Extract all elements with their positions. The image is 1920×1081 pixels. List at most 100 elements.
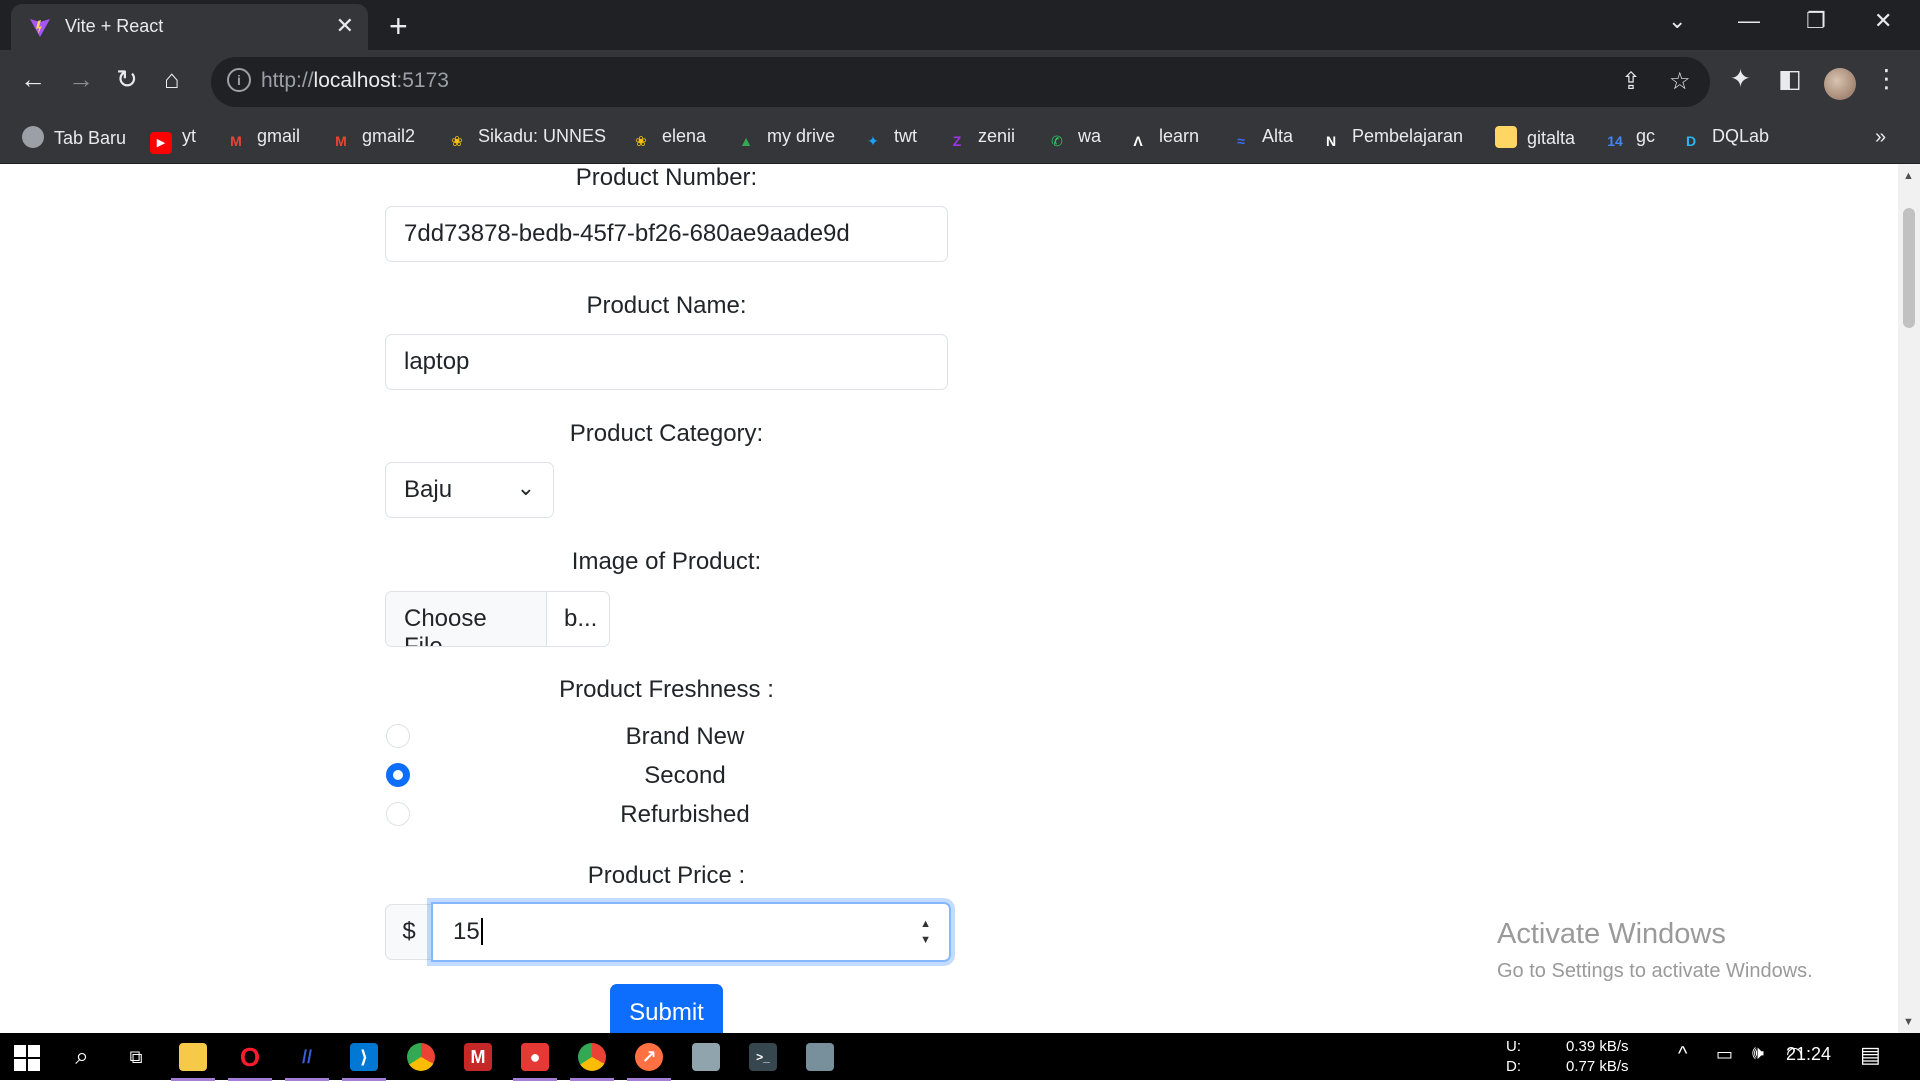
terminal-icon[interactable]: >_	[749, 1043, 777, 1071]
notification-icon[interactable]: ▤	[1860, 1042, 1881, 1068]
bookmarks-bar: » Tab Baru ▶ yt Mgmail Mgmail2 ❀ Sikadu: UNNES…	[0, 114, 1920, 164]
bookmark-label: zenii	[978, 126, 1016, 146]
price-value: 15	[453, 918, 480, 945]
product-number-input[interactable]: 7dd73878-bedb-45f7-bf26-680ae9aade9d	[385, 206, 948, 262]
drive-icon: ▲	[739, 133, 753, 149]
browser-toolbar: ← → ↻ ⌂ i http://localhost:5173 ⇪ ☆ ✦ ◧ …	[0, 50, 1920, 114]
folder-icon	[1495, 126, 1517, 148]
scroll-down-icon[interactable]: ▼	[1903, 1016, 1914, 1028]
volume-icon[interactable]: 🕪	[1752, 1043, 1764, 1065]
bookmark-gmail[interactable]: Mgmail	[225, 126, 300, 152]
minimize-icon[interactable]: —	[1738, 8, 1760, 34]
bookmark-label: gmail2	[362, 126, 416, 146]
address-bar[interactable]: i http://localhost:5173 ⇪ ☆	[211, 57, 1710, 107]
bookmark-label: Alta	[1262, 126, 1294, 146]
price-label: Product Price :	[587, 862, 746, 889]
home-icon[interactable]: ⌂	[164, 64, 180, 95]
more-bookmarks-icon[interactable]: »	[1875, 126, 1886, 149]
radio-label-second: Second	[644, 762, 726, 789]
submit-button[interactable]: Submit	[610, 984, 723, 1033]
scroll-thumb[interactable]	[1903, 208, 1915, 328]
radio-label-refurbished: Refurbished	[620, 801, 750, 828]
freshness-label: Product Freshness :	[559, 676, 774, 703]
tab-active[interactable]: Vite + React ✕	[11, 4, 368, 50]
bookmark-gmail2[interactable]: Mgmail2	[330, 126, 415, 152]
bookmark-twt[interactable]: ✦ twt	[862, 126, 917, 152]
product-category-select[interactable]: Baju ⌄	[385, 462, 554, 518]
file-explorer-icon[interactable]	[171, 1043, 215, 1081]
radio-refurbished[interactable]	[386, 802, 410, 826]
bookmark-label: gc	[1636, 126, 1656, 146]
postman-icon[interactable]: ↗	[627, 1043, 671, 1081]
bookmark-label: elena	[662, 126, 707, 146]
vscode-icon[interactable]: ⟩	[342, 1043, 386, 1081]
window-app-icon[interactable]	[806, 1043, 834, 1071]
bookmark-my-drive[interactable]: ▲ my drive	[735, 126, 835, 152]
restore-icon[interactable]: ❐	[1806, 8, 1826, 34]
gmail-icon: M	[335, 133, 347, 149]
tray-chevron-icon[interactable]: ^	[1678, 1043, 1687, 1066]
bookmark-dqlab[interactable]: D DQLab	[1680, 126, 1769, 152]
page-scrollbar[interactable]: ▲ ▼	[1898, 164, 1920, 1033]
new-tab-icon[interactable]: +	[389, 8, 408, 45]
battery-icon[interactable]: ▭	[1716, 1044, 1733, 1065]
tab-bar: Vite + React ✕ + ⌄ — ❐ ✕	[0, 0, 1920, 50]
share-icon[interactable]: ⇪	[1621, 67, 1641, 96]
file-name: b...	[564, 605, 598, 632]
bookmark-gc[interactable]: 14 gc	[1604, 126, 1655, 152]
tab-search-chevron-icon[interactable]: ⌄	[1668, 8, 1686, 34]
unnes-icon: ❀	[635, 133, 647, 149]
radio-second[interactable]	[386, 763, 410, 787]
bookmark-tab-baru[interactable]: Tab Baru	[22, 126, 126, 149]
record-app-icon[interactable]: ●	[513, 1043, 557, 1081]
forward-icon[interactable]: →	[68, 64, 94, 95]
window-close-icon[interactable]: ✕	[1874, 8, 1892, 34]
search-icon[interactable]: ⌕	[68, 1043, 96, 1071]
choose-file-button[interactable]: Choose File	[386, 592, 547, 646]
file-input[interactable]: Choose File b...	[385, 591, 610, 647]
windows-start-icon[interactable]	[14, 1045, 40, 1071]
menu-icon[interactable]: ⋮	[1874, 64, 1899, 94]
chrome-icon[interactable]	[407, 1043, 435, 1071]
bookmark-label: Sikadu: UNNES	[478, 126, 607, 146]
product-name-input[interactable]: laptop	[385, 334, 948, 390]
chrome-active-icon[interactable]	[570, 1043, 614, 1081]
opera-icon[interactable]: O	[228, 1043, 272, 1081]
url-text[interactable]: http://localhost:5173	[261, 69, 449, 93]
extensions-icon[interactable]: ✦	[1730, 64, 1751, 94]
bookmark-zenii[interactable]: Zzenii	[946, 126, 1015, 152]
site-info-icon[interactable]: i	[227, 68, 251, 92]
download-speed: 0.77 kB/s	[1566, 1058, 1629, 1075]
bookmark-star-icon[interactable]: ☆	[1669, 67, 1691, 96]
bookmark-label: DQLab	[1712, 126, 1770, 146]
bookmark-alta[interactable]: ≈ Alta	[1230, 126, 1293, 152]
side-panel-icon[interactable]: ◧	[1778, 64, 1802, 94]
radio-brand-new[interactable]	[386, 724, 410, 748]
category-value: Baju	[404, 476, 453, 503]
number-spinner-icon[interactable]: ▲ ▼	[920, 916, 931, 948]
mcafee-icon[interactable]: M	[464, 1043, 492, 1071]
notion-icon: N	[1325, 133, 1337, 149]
bookmark-gitalta[interactable]: gitalta	[1495, 126, 1575, 149]
bookmark-learn[interactable]: Λlearn	[1127, 126, 1199, 152]
task-view-icon[interactable]: ⧉	[122, 1043, 150, 1071]
clock[interactable]: 21:24	[1786, 1044, 1831, 1065]
bookmark-label: Pembelajaran	[1352, 126, 1464, 146]
bookmark-pembelajaran[interactable]: N Pembelajaran	[1320, 126, 1463, 152]
bookmark-sikadu-unnes[interactable]: ❀ Sikadu: UNNES	[446, 126, 606, 152]
back-icon[interactable]: ←	[20, 64, 46, 95]
gmail-icon: M	[230, 133, 242, 149]
bookmark-label: Tab Baru	[54, 128, 127, 148]
whatsapp-icon: ✆	[1051, 133, 1063, 149]
tab-title: Vite + React	[65, 16, 164, 36]
app-icon[interactable]	[692, 1043, 720, 1071]
reload-icon[interactable]: ↻	[116, 64, 138, 95]
bookmark-wa[interactable]: ✆ wa	[1046, 126, 1101, 152]
tab-close-icon[interactable]: ✕	[336, 13, 354, 39]
bookmark-elena[interactable]: ❀ elena	[630, 126, 706, 152]
notepad-icon[interactable]: //	[285, 1043, 329, 1081]
price-input[interactable]: 15 ▲ ▼	[431, 902, 951, 962]
scroll-up-icon[interactable]: ▲	[1903, 170, 1914, 182]
bookmark-yt[interactable]: ▶ yt	[150, 126, 196, 154]
profile-avatar[interactable]	[1824, 68, 1856, 100]
